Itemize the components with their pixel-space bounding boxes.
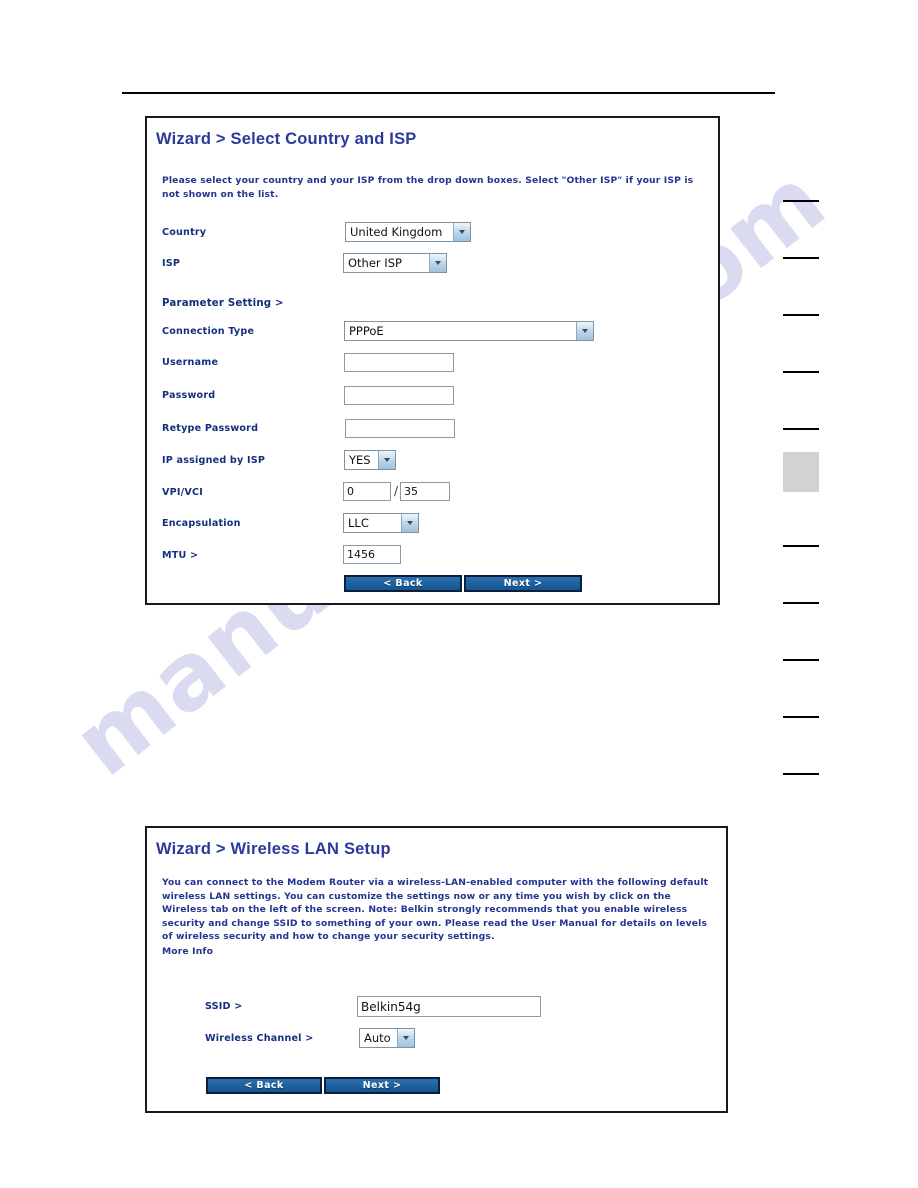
ssid-input[interactable] [357, 996, 541, 1017]
ip-assigned-row: IP assigned by ISP YES [147, 450, 718, 476]
connection-type-select-value: PPPoE [349, 324, 384, 338]
margin-tab-line [783, 428, 819, 430]
ip-assigned-select[interactable]: YES [344, 450, 396, 470]
margin-tab-line [783, 314, 819, 316]
next-button[interactable]: Next > [464, 575, 582, 592]
password-input[interactable] [344, 386, 454, 405]
password-label: Password [162, 390, 216, 401]
encapsulation-select[interactable]: LLC [343, 513, 419, 533]
vpi-vci-row: VPI/VCI / [147, 482, 718, 508]
panel-intro-text: You can connect to the Modem Router via … [162, 876, 714, 958]
chevron-down-icon [453, 223, 470, 241]
page-header-rule [122, 92, 775, 94]
mtu-input[interactable] [343, 545, 401, 564]
retype-password-row: Retype Password [147, 419, 718, 445]
margin-tab-line [783, 371, 819, 373]
vpi-vci-separator: / [394, 484, 399, 498]
wireless-channel-row: Wireless Channel > Auto [147, 1028, 726, 1054]
vpi-input[interactable] [343, 482, 391, 501]
margin-tab-line [783, 200, 819, 202]
username-row: Username [147, 353, 718, 379]
wireless-channel-label: Wireless Channel > [205, 1033, 314, 1044]
wizard-wireless-lan-setup-panel: Wizard > Wireless LAN Setup You can conn… [145, 826, 728, 1113]
isp-row: ISP Other ISP [147, 253, 718, 279]
country-select[interactable]: United Kingdom [345, 222, 471, 242]
connection-type-row: Connection Type PPPoE [147, 321, 718, 347]
isp-label: ISP [162, 258, 181, 269]
password-row: Password [147, 386, 718, 412]
vpi-vci-label: VPI/VCI [162, 487, 203, 498]
back-button[interactable]: < Back [344, 575, 462, 592]
wizard-select-country-isp-panel: Wizard > Select Country and ISP Please s… [145, 116, 720, 605]
margin-tab-line [783, 602, 819, 604]
parameter-setting-heading: Parameter Setting > [162, 298, 284, 309]
ssid-label: SSID > [205, 1001, 243, 1012]
isp-select[interactable]: Other ISP [343, 253, 447, 273]
vci-input[interactable] [400, 482, 450, 501]
username-input[interactable] [344, 353, 454, 372]
back-button[interactable]: < Back [206, 1077, 322, 1094]
panel-intro-text: Please select your country and your ISP … [162, 175, 694, 200]
isp-select-value: Other ISP [348, 256, 402, 270]
mtu-label: MTU > [162, 550, 199, 561]
chevron-down-icon [401, 514, 418, 532]
wireless-channel-select-value: Auto [364, 1031, 391, 1045]
connection-type-select[interactable]: PPPoE [344, 321, 594, 341]
country-select-value: United Kingdom [350, 225, 443, 239]
wireless-channel-select[interactable]: Auto [359, 1028, 415, 1048]
encapsulation-select-value: LLC [348, 516, 369, 530]
chevron-down-icon [429, 254, 446, 272]
margin-tab-line [783, 773, 819, 775]
chevron-down-icon [576, 322, 593, 340]
margin-tab-line [783, 257, 819, 259]
ip-assigned-label: IP assigned by ISP [162, 455, 266, 466]
margin-index-tabs [783, 0, 823, 1188]
country-row: Country United Kingdom [147, 222, 718, 248]
margin-tab-line [783, 545, 819, 547]
chevron-down-icon [397, 1029, 414, 1047]
next-button[interactable]: Next > [324, 1077, 440, 1094]
retype-password-label: Retype Password [162, 423, 259, 434]
margin-tab-active-block [783, 452, 819, 492]
margin-tab-line [783, 716, 819, 718]
more-info-link[interactable]: More Info [162, 945, 714, 959]
chevron-down-icon [378, 451, 395, 469]
encapsulation-label: Encapsulation [162, 518, 241, 529]
ip-assigned-select-value: YES [349, 453, 371, 467]
connection-type-label: Connection Type [162, 326, 255, 337]
panel-title: Wizard > Wireless LAN Setup [156, 840, 391, 858]
country-label: Country [162, 227, 207, 238]
panel-intro-body: You can connect to the Modem Router via … [162, 877, 709, 942]
ssid-row: SSID > [147, 996, 726, 1022]
encapsulation-row: Encapsulation LLC [147, 513, 718, 539]
retype-password-input[interactable] [345, 419, 455, 438]
margin-tab-line [783, 659, 819, 661]
username-label: Username [162, 357, 219, 368]
mtu-row: MTU > [147, 545, 718, 571]
panel-title: Wizard > Select Country and ISP [156, 130, 417, 148]
